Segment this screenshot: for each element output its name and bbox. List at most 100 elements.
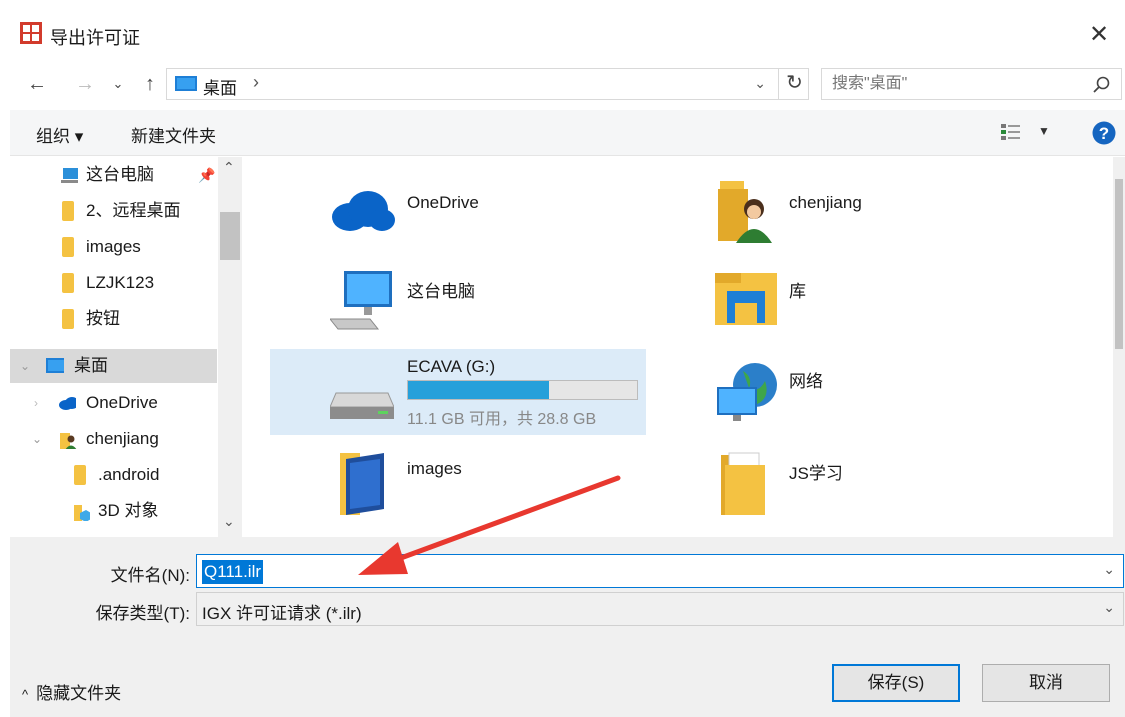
nav-label: LZJK123 xyxy=(86,273,155,292)
view-dropdown-icon[interactable]: ▼ xyxy=(1038,124,1050,138)
navigation-pane: 这台电脑 📌 2、远程桌面 images LZJK123 按钮 ⌄ 桌面 › O… xyxy=(10,157,242,537)
tile-label: 库 xyxy=(789,282,806,301)
forward-button[interactable]: → xyxy=(72,70,98,98)
nav-label: .android xyxy=(98,465,160,484)
view-options-icon[interactable] xyxy=(1000,122,1022,142)
folder-icon xyxy=(62,273,74,293)
navigation-scrollbar[interactable]: ⌃ ⌄ xyxy=(218,157,242,537)
scroll-up-icon[interactable]: ⌃ xyxy=(223,159,235,176)
tile-label: OneDrive xyxy=(407,193,479,212)
hide-folders-toggle[interactable]: ^ 隐藏文件夹 xyxy=(22,679,121,704)
scrollbar-thumb[interactable] xyxy=(220,212,240,260)
nav-label: OneDrive xyxy=(86,393,158,412)
tile-chenjiang[interactable]: chenjiang xyxy=(653,165,1033,251)
nav-item-buttons[interactable]: 按钮 xyxy=(10,302,220,336)
file-type-label: 保存类型(T): xyxy=(95,604,190,623)
refresh-button[interactable]: ↻ xyxy=(778,68,810,100)
scroll-down-icon[interactable]: ⌄ xyxy=(223,513,235,530)
file-type-select[interactable]: IGX 许可证请求 (*.ilr) ⌄ xyxy=(196,592,1124,626)
new-folder-button[interactable]: 新建文件夹 xyxy=(131,122,216,147)
address-location: 桌面 xyxy=(203,79,237,98)
onedrive-icon xyxy=(332,191,395,231)
nav-label: images xyxy=(86,237,141,256)
organize-button[interactable]: 组织 ▾ xyxy=(36,122,83,147)
file-type-value: IGX 许可证请求 (*.ilr) xyxy=(202,604,362,623)
nav-item-android[interactable]: .android xyxy=(10,458,220,492)
user-folder-icon xyxy=(60,433,77,449)
close-button[interactable]: ✕ xyxy=(1083,20,1115,52)
nav-item-3d-objects[interactable]: 3D 对象 xyxy=(10,494,220,528)
nav-label: 桌面 xyxy=(74,356,108,375)
tile-js-study[interactable]: JS学习 xyxy=(653,441,1033,527)
help-icon[interactable]: ? xyxy=(1092,121,1116,145)
expand-chevron-icon[interactable]: ⌄ xyxy=(20,349,30,383)
search-input[interactable] xyxy=(832,73,1082,95)
computer-icon xyxy=(61,168,78,183)
nav-item-images[interactable]: images xyxy=(10,230,220,264)
tile-drive-ecava[interactable]: ECAVA (G:) 11.1 GB 可用，共 28.8 GB xyxy=(270,349,646,435)
expand-chevron-icon[interactable]: › xyxy=(34,386,38,420)
search-icon[interactable] xyxy=(1093,76,1111,94)
drive-icon xyxy=(330,392,394,419)
filename-dropdown-icon[interactable]: ⌄ xyxy=(1103,561,1115,578)
drive-usage-fill xyxy=(408,381,549,399)
expand-chevron-icon[interactable]: ⌄ xyxy=(32,422,42,456)
nav-item-desktop[interactable]: ⌄ 桌面 xyxy=(10,349,217,383)
folder-icon xyxy=(62,309,74,329)
cloud-icon xyxy=(59,397,76,410)
window-title: 导出许可证 xyxy=(50,28,140,48)
nav-item-onedrive[interactable]: › OneDrive xyxy=(10,386,220,420)
tile-label: chenjiang xyxy=(789,193,862,212)
nav-label: 3D 对象 xyxy=(98,501,159,520)
recent-locations-button[interactable]: ⌄ xyxy=(108,70,128,98)
folder-icon xyxy=(62,237,74,257)
filename-value[interactable]: Q111.ilr xyxy=(202,560,264,584)
app-icon xyxy=(20,22,42,44)
drive-usage-bar xyxy=(407,380,638,400)
folder-icon xyxy=(721,452,765,515)
folder-icon xyxy=(74,465,86,485)
nav-label: 按钮 xyxy=(86,309,120,328)
up-button[interactable]: ↑ xyxy=(138,70,162,98)
content-scrollbar[interactable] xyxy=(1113,157,1125,537)
tile-library[interactable]: 库 xyxy=(653,257,1033,343)
user-folder-icon xyxy=(718,181,772,243)
nav-item-lzjk123[interactable]: LZJK123 xyxy=(10,266,220,300)
filename-label: 文件名(N): xyxy=(110,566,190,585)
address-separator[interactable]: › xyxy=(253,72,259,93)
tile-label: 这台电脑 xyxy=(407,282,475,301)
hide-folders-label: 隐藏文件夹 xyxy=(36,684,122,703)
cancel-button[interactable]: 取消 xyxy=(982,664,1110,702)
nav-item-chenjiang[interactable]: ⌄ chenjiang xyxy=(10,422,220,456)
network-icon xyxy=(717,363,777,421)
pin-icon[interactable]: 📌 xyxy=(198,158,215,192)
svg-text:?: ? xyxy=(1099,124,1109,143)
tile-this-pc[interactable]: 这台电脑 xyxy=(270,257,650,343)
save-button[interactable]: 保存(S) xyxy=(832,664,960,702)
tile-label: JS学习 xyxy=(789,464,843,483)
search-box[interactable] xyxy=(821,68,1122,100)
address-bar[interactable]: 桌面 › ⌄ xyxy=(166,68,809,100)
computer-icon xyxy=(330,271,392,330)
scrollbar-thumb[interactable] xyxy=(1115,179,1123,349)
nav-label: chenjiang xyxy=(86,429,159,448)
annotation-arrow xyxy=(358,475,621,575)
file-type-dropdown-icon[interactable]: ⌄ xyxy=(1103,599,1115,616)
tile-network[interactable]: 网络 xyxy=(653,349,1033,435)
folder-icon xyxy=(62,201,74,221)
filename-input[interactable]: Q111.ilr ⌄ xyxy=(196,554,1124,588)
nav-item-this-pc[interactable]: 这台电脑 📌 xyxy=(10,158,220,192)
drive-free-space: 11.1 GB 可用，共 28.8 GB xyxy=(407,411,597,428)
tile-onedrive[interactable]: OneDrive xyxy=(270,165,650,251)
title-bar: 导出许可证 ✕ xyxy=(10,10,1125,60)
chevron-up-icon: ^ xyxy=(22,687,29,702)
address-dropdown-icon[interactable]: ⌄ xyxy=(754,75,766,92)
nav-label: 这台电脑 xyxy=(86,165,154,184)
desktop-icon xyxy=(46,358,64,373)
toolbar: 组织 ▾ 新建文件夹 ▼ ? xyxy=(10,110,1125,156)
nav-item-remote-desktop[interactable]: 2、远程桌面 xyxy=(10,194,220,228)
library-icon xyxy=(715,273,777,325)
back-button[interactable]: ← xyxy=(24,70,50,98)
export-license-dialog: 导出许可证 ✕ ← → ⌄ ↑ 桌面 › ⌄ ↻ 组织 ▾ 新建文件夹 ▼ ? xyxy=(0,0,1125,717)
desktop-icon xyxy=(175,76,197,91)
